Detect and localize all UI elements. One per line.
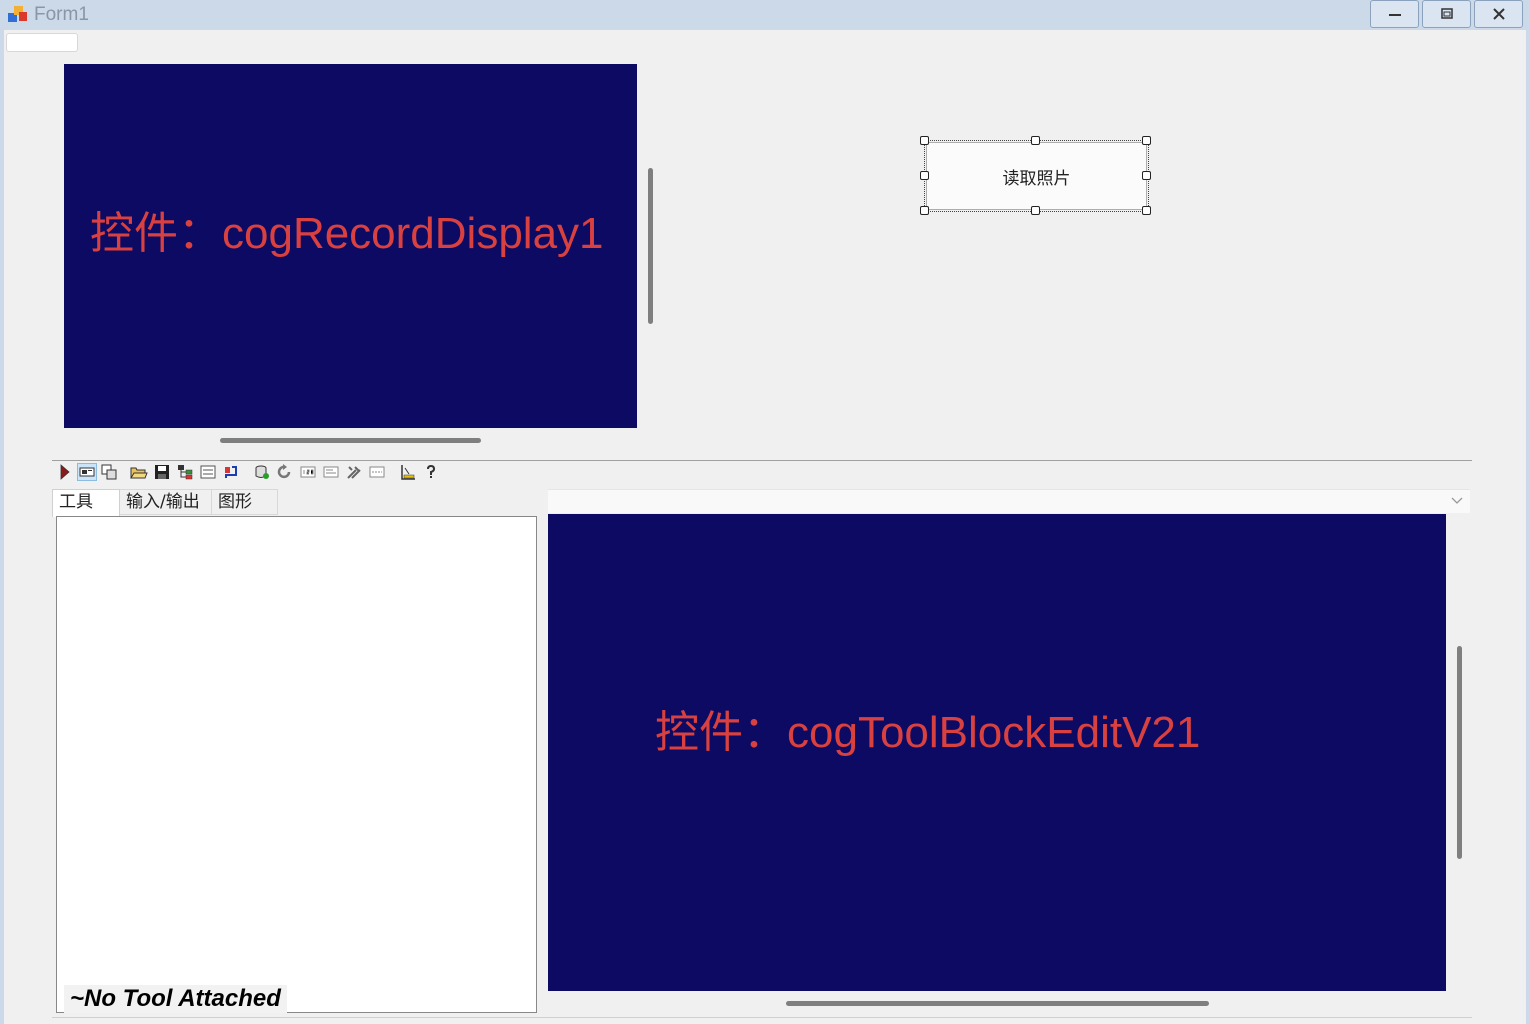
separator-line	[52, 460, 1472, 461]
restore-button[interactable]	[1422, 0, 1471, 28]
resize-handle-top[interactable]	[1031, 136, 1040, 145]
window-title: Form1	[34, 4, 89, 25]
status-bar	[52, 1017, 1472, 1024]
restore-icon	[1439, 7, 1455, 21]
resize-handle-left[interactable]	[920, 171, 929, 180]
menu-strip[interactable]	[6, 33, 78, 52]
tool-tree-panel[interactable]	[56, 516, 537, 1013]
rotate-icon[interactable]	[276, 463, 294, 481]
image-source-combo[interactable]	[548, 489, 1470, 513]
terminal-icon[interactable]	[322, 463, 340, 481]
toolblock-toolbar	[55, 463, 455, 483]
record-display-label: 控件：cogRecordDisplay1	[90, 209, 604, 258]
help-icon[interactable]	[422, 463, 440, 481]
number-icon[interactable]	[299, 463, 317, 481]
resize-handle-bottom-left[interactable]	[920, 206, 929, 215]
toolblock-display-label: 控件：cogToolBlockEditV21	[655, 708, 1201, 757]
tab-input-output[interactable]: 输入/输出	[120, 489, 212, 515]
app-icon	[7, 4, 29, 24]
tab-tools[interactable]: 工具	[52, 489, 120, 517]
float-icon[interactable]	[100, 463, 118, 481]
no-tool-attached-label: ~No Tool Attached	[64, 985, 287, 1013]
close-icon	[1491, 6, 1507, 22]
tab-graphics[interactable]: 图形	[212, 489, 278, 515]
record-display-vertical-scrollbar[interactable]	[648, 168, 653, 324]
window-frame-left	[0, 30, 4, 1024]
minimize-button[interactable]	[1370, 0, 1419, 28]
reset-icon[interactable]	[222, 463, 240, 481]
run-icon[interactable]	[55, 463, 73, 481]
tools-icon[interactable]	[345, 463, 363, 481]
list-icon[interactable]	[199, 463, 217, 481]
resize-handle-bottom[interactable]	[1031, 206, 1040, 215]
view-icon[interactable]	[77, 463, 97, 481]
database-icon[interactable]	[253, 463, 271, 481]
chevron-down-icon[interactable]	[1450, 493, 1464, 507]
resize-handle-right[interactable]	[1142, 171, 1151, 180]
open-icon[interactable]	[130, 463, 148, 481]
minimize-icon	[1387, 8, 1403, 20]
record-display-horizontal-scrollbar[interactable]	[220, 438, 481, 443]
resize-handle-top-right[interactable]	[1142, 136, 1151, 145]
measure-icon[interactable]	[399, 463, 417, 481]
read-photo-button[interactable]: 读取照片	[926, 142, 1147, 210]
resize-handle-bottom-right[interactable]	[1142, 206, 1151, 215]
toolblock-vertical-scrollbar[interactable]	[1457, 646, 1462, 859]
save-icon[interactable]	[153, 463, 171, 481]
close-button[interactable]	[1474, 0, 1523, 28]
tree-icon[interactable]	[176, 463, 194, 481]
tab-strip: 工具 输入/输出 图形	[52, 489, 278, 517]
toolblock-horizontal-scrollbar[interactable]	[786, 1001, 1209, 1006]
resize-handle-top-left[interactable]	[920, 136, 929, 145]
debug-icon[interactable]	[368, 463, 386, 481]
title-bar	[0, 0, 1530, 30]
window-frame-right	[1526, 30, 1530, 1024]
